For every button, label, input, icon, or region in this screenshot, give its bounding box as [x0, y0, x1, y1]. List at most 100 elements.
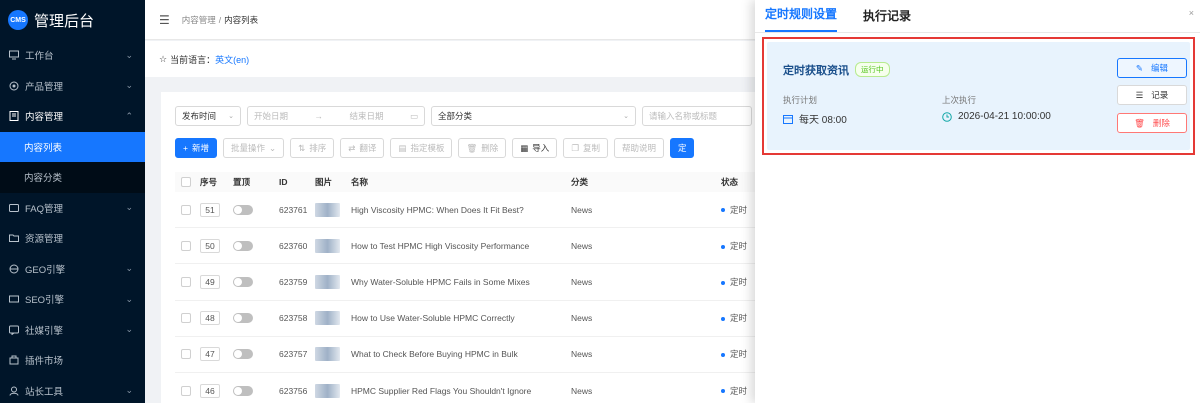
time-type-value: 发布时间: [182, 111, 217, 121]
chevron-down-icon: ⌄: [125, 263, 133, 274]
log-button[interactable]: ☰ 记录: [1117, 85, 1187, 105]
import-icon: ▦: [520, 142, 529, 153]
language-value[interactable]: 英文(en): [215, 53, 249, 66]
row-title[interactable]: What to Check Before Buying HPMC in Bulk: [351, 349, 571, 359]
tab-execution-log[interactable]: 执行记录: [863, 7, 911, 32]
status-dot-icon: [721, 316, 725, 321]
sidebar-item-label: 资源管理: [25, 234, 64, 246]
row-checkbox[interactable]: [181, 276, 191, 287]
sidebar-item-label: SEO引擎: [25, 295, 65, 307]
sort-number-input[interactable]: 50: [200, 238, 220, 253]
sidebar-item-content-category[interactable]: 内容分类: [0, 162, 145, 193]
last-run-row: 2026-04-21 10:00:00: [942, 111, 1051, 122]
pin-toggle[interactable]: [233, 385, 253, 396]
rule-card: 定时获取资讯 运行中 执行计划 每天 08:00 上次执行 2026-04-21…: [767, 42, 1190, 150]
sidebar-item-label: FAQ管理: [25, 203, 64, 215]
scheduled-button[interactable]: 定: [669, 138, 695, 158]
table-row[interactable]: 50 623760 How to Test HPMC High Viscosity …: [175, 228, 755, 265]
delete-button[interactable]: 🗑 删除: [458, 138, 507, 158]
row-checkbox[interactable]: [181, 240, 191, 251]
sidebar-item-content[interactable]: 内容管理 ⌃: [0, 101, 145, 132]
import-button[interactable]: ▦ 导入: [512, 138, 558, 158]
clock-icon: [942, 111, 952, 122]
row-category: News: [571, 313, 593, 324]
row-status-text: 定时: [730, 349, 748, 360]
row-id: 623761: [279, 204, 308, 215]
sidebar-item-tools[interactable]: 站长工具 ⌄: [0, 376, 145, 403]
menu-fold-icon[interactable]: ☰: [159, 13, 170, 27]
row-status: 定时: [721, 240, 755, 252]
pin-toggle[interactable]: [233, 349, 253, 360]
table-row[interactable]: 49 623759 Why Water-Soluble HPMC Fails in …: [175, 264, 755, 301]
status-dot-icon: [721, 389, 725, 394]
plan-value-row: 每天 08:00: [783, 111, 847, 126]
breadcrumb-parent[interactable]: 内容管理: [182, 14, 216, 26]
category-select[interactable]: 全部分类 ⌄: [431, 106, 636, 126]
sidebar-item-products[interactable]: 产品管理 ⌄: [0, 71, 145, 102]
select-all-checkbox[interactable]: [181, 177, 191, 187]
column-header: 名称: [351, 177, 369, 187]
thumbnail-image: [315, 238, 340, 253]
sort-number-input[interactable]: 49: [200, 274, 220, 289]
sidebar-item-social[interactable]: 社媒引擎 ⌄: [0, 315, 145, 346]
table-row[interactable]: 51 623761 High Viscosity HPMC: When Does I…: [175, 192, 755, 229]
add-button[interactable]: + 新增: [175, 138, 217, 158]
row-title[interactable]: How to Use Water-Soluble HPMC Correctly: [351, 313, 571, 323]
sort-number-input[interactable]: 51: [200, 202, 220, 217]
sidebar-item-geo[interactable]: GEO引擎 ⌄: [0, 254, 145, 285]
row-title[interactable]: HPMC Supplier Red Flags You Shouldn't Ig…: [351, 386, 571, 396]
sidebar-item-seo[interactable]: SEO引擎 ⌄: [0, 284, 145, 315]
product-icon: [9, 81, 19, 91]
end-date-input[interactable]: 结束日期: [349, 110, 383, 122]
pin-toggle[interactable]: [233, 240, 253, 251]
table-row[interactable]: 48 623758 How to Use Water-Soluble HPMC Co…: [175, 301, 755, 337]
table-row[interactable]: 46 623756 HPMC Supplier Red Flags You Shou…: [175, 373, 755, 403]
table-row[interactable]: 47 623757 What to Check Before Buying HPMC…: [175, 337, 755, 373]
sidebar-item-plugins[interactable]: 插件市场: [0, 345, 145, 376]
sidebar-item-faq[interactable]: FAQ管理 ⌄: [0, 193, 145, 224]
translate-button[interactable]: ⇄ 翻译: [340, 138, 385, 158]
row-title[interactable]: How to Test HPMC High Viscosity Performa…: [351, 241, 571, 251]
sort-number-input[interactable]: 46: [200, 383, 220, 398]
row-checkbox[interactable]: [181, 204, 191, 215]
row-checkbox[interactable]: [181, 313, 191, 324]
copy-button[interactable]: ❐ 复制: [563, 138, 608, 158]
tab-schedule-rules[interactable]: 定时规则设置: [765, 5, 838, 32]
row-category: News: [571, 349, 593, 360]
row-checkbox[interactable]: [181, 349, 191, 360]
sidebar-item-content-list[interactable]: 内容列表: [0, 131, 145, 162]
rule-card-highlight: 定时获取资讯 运行中 执行计划 每天 08:00 上次执行 2026-04-21…: [762, 37, 1195, 155]
pin-toggle[interactable]: [233, 313, 253, 324]
faq-icon: [9, 203, 19, 213]
help-button[interactable]: 帮助说明: [613, 138, 664, 158]
specify-template-button[interactable]: ▤ 指定模板: [390, 138, 453, 158]
chevron-up-icon: ⌃: [125, 110, 133, 121]
sort-number-input[interactable]: 47: [200, 347, 220, 362]
search-input[interactable]: 请输入名称或标题: [642, 106, 752, 126]
delete-rule-label: 删除: [1152, 118, 1170, 128]
sort-number-input[interactable]: 48: [200, 311, 220, 326]
time-type-select[interactable]: 发布时间 ⌄: [175, 106, 241, 126]
start-date-input[interactable]: 开始日期: [254, 110, 288, 122]
row-status-text: 定时: [730, 240, 748, 251]
chevron-down-icon: ⌄: [228, 113, 234, 120]
date-range-picker[interactable]: 开始日期 → 结束日期 ▭: [247, 106, 425, 126]
delete-rule-button[interactable]: 🗑 删除: [1117, 113, 1187, 133]
row-title[interactable]: High Viscosity HPMC: When Does It Fit Be…: [351, 205, 571, 215]
sidebar-item-dashboard[interactable]: 工作台 ⌄: [0, 40, 145, 71]
row-checkbox[interactable]: [181, 385, 191, 396]
row-id: 623760: [279, 240, 308, 251]
batch-action-button[interactable]: 批量操作 ⌄: [222, 138, 285, 158]
list-icon: ☰: [1135, 89, 1144, 100]
close-icon[interactable]: ×: [1189, 8, 1194, 18]
sort-button[interactable]: ⇅ 排序: [290, 138, 335, 158]
chevron-down-icon: ⌄: [125, 324, 133, 335]
row-title[interactable]: Why Water-Soluble HPMC Fails in Some Mix…: [351, 277, 571, 287]
pin-toggle[interactable]: [233, 276, 253, 287]
row-status: 定时: [721, 276, 755, 288]
sidebar-item-resources[interactable]: 资源管理: [0, 223, 145, 254]
pin-toggle[interactable]: [233, 204, 253, 215]
row-id: 623757: [279, 349, 308, 360]
document-icon: [9, 111, 19, 122]
edit-button[interactable]: ✎ 编辑: [1117, 58, 1187, 78]
